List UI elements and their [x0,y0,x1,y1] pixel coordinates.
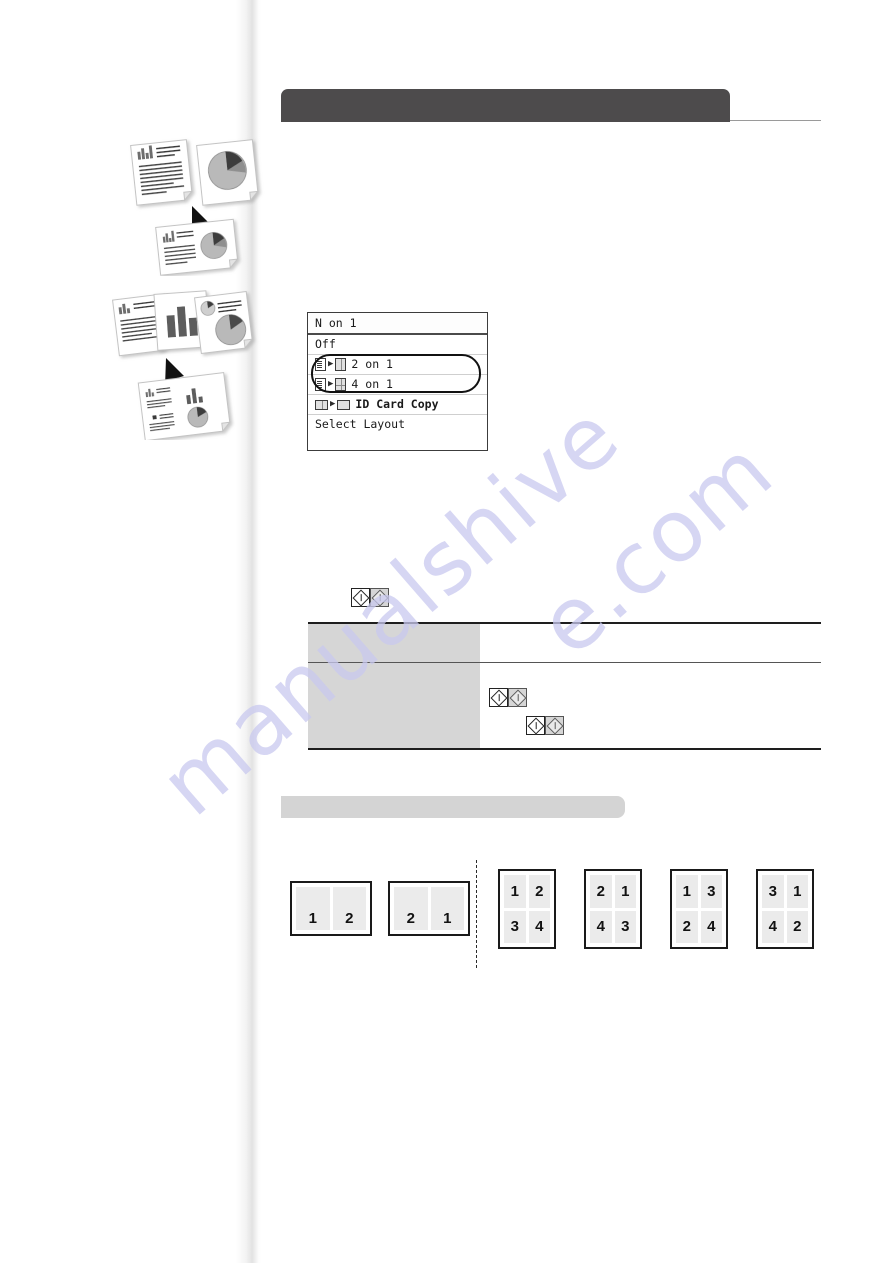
lcd-menu-item-select-layout-label: Select Layout [315,417,406,431]
page-to-4up-icon: ▶ [315,378,347,391]
layout-4on1-horizontal-lr: 1 2 3 4 [498,869,556,949]
layout-cell: 3 [504,910,526,943]
start-button-pair[interactable] [351,588,389,607]
layout-cell: 4 [762,910,784,943]
layout-cell: 2 [528,875,550,908]
layout-cell: 4 [700,910,722,943]
lcd-menu-item-off[interactable]: Off [308,335,487,355]
layout-cell: 1 [430,887,464,930]
layout-group-divider [476,860,477,968]
layout-4on1-horizontal-rl: 2 1 4 3 [584,869,642,949]
layout-cell: 1 [614,875,636,908]
layout-cell: 3 [762,875,784,908]
layout-cell: 2 [590,875,612,908]
subsection-heading-title [292,799,612,816]
layout-cell: 1 [504,875,526,908]
lcd-menu-item-2on1[interactable]: ▶ 2 on 1 [308,355,487,375]
layout-2on1-left-to-right: 1 2 [290,881,372,936]
layout-2on1-right-to-left: 2 1 [388,881,470,936]
lcd-menu-item-id-card-copy-label: ID Card Copy [355,397,439,411]
layout-cell: 4 [590,910,612,943]
start-color-icon[interactable] [370,588,389,607]
section-header-bar [281,89,730,122]
layout-cell: 1 [296,887,330,930]
lcd-menu-list: Off ▶ 2 on 1 ▶ 4 on 1 ▶ ID Card Copy Sel… [308,335,487,434]
lcd-menu-item-2on1-label: 2 on 1 [351,357,393,371]
layout-cell: 3 [700,875,722,908]
lcd-menu-item-4on1[interactable]: ▶ 4 on 1 [308,375,487,395]
lcd-menu-item-select-layout[interactable]: Select Layout [308,415,487,434]
layout-cell: 1 [786,875,808,908]
layout-cell: 2 [394,887,428,930]
layout-4on1-vertical-rl: 3 1 4 2 [756,869,814,949]
layout-cell: 4 [528,910,550,943]
manual-page: N on 1 Off ▶ 2 on 1 ▶ 4 on 1 ▶ ID Card C… [0,0,893,1263]
lcd-menu-item-id-card-copy[interactable]: ▶ ID Card Copy [308,395,487,415]
layout-cell: 2 [676,910,698,943]
lcd-menu-item-4on1-label: 4 on 1 [351,377,393,391]
lcd-screen-title: N on 1 [308,313,487,335]
lcd-screen: N on 1 Off ▶ 2 on 1 ▶ 4 on 1 ▶ ID Card C… [307,312,488,451]
layout-4on1-vertical-lr: 1 3 2 4 [670,869,728,949]
layout-diagram-group: 1 2 2 1 1 2 3 4 2 1 4 3 1 3 2 4 3 1 4 2 [0,0,893,1263]
layout-cell: 2 [332,887,366,930]
layout-cell: 2 [786,910,808,943]
id-card-copy-icon: ▶ [315,399,351,410]
start-black-icon[interactable] [351,588,370,607]
section-header-rule [730,120,821,121]
layout-cell: 1 [676,875,698,908]
lcd-menu-item-off-label: Off [315,337,336,351]
layout-cell: 3 [614,910,636,943]
page-to-2up-icon: ▶ [315,358,347,371]
